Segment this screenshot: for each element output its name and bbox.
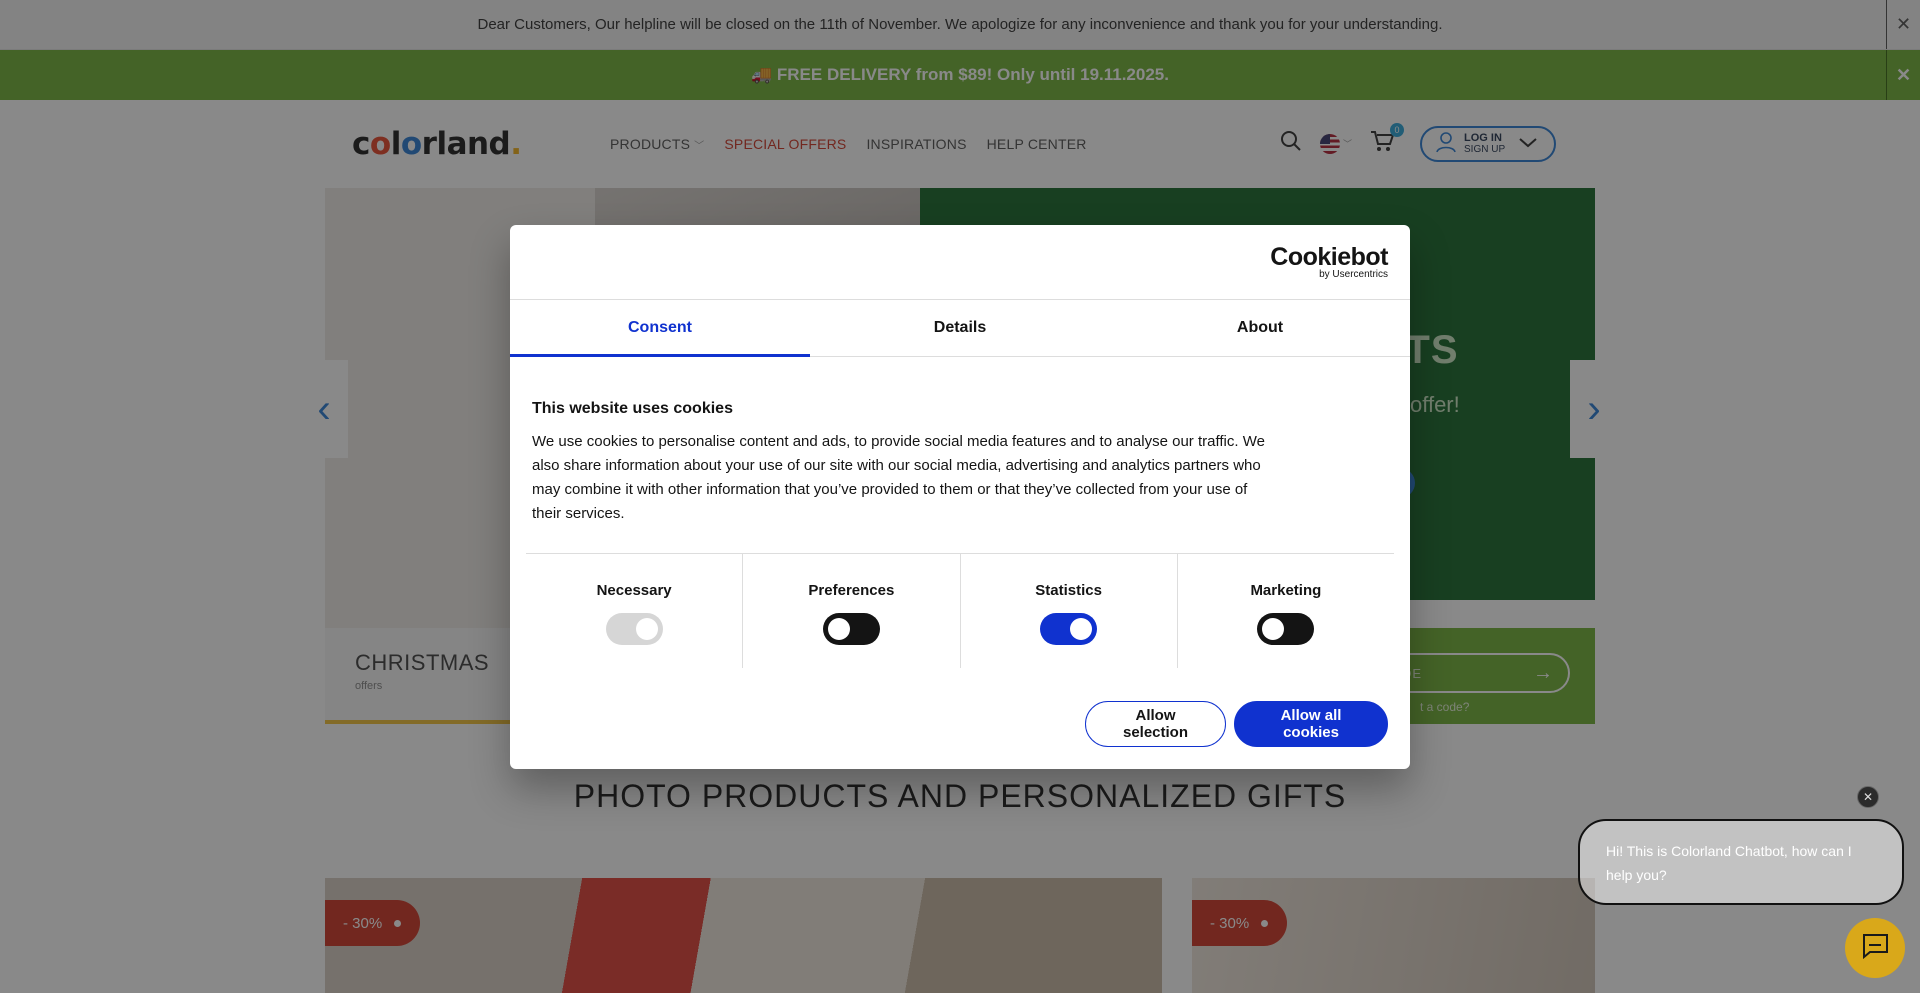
preferences-toggle[interactable] [822, 613, 880, 645]
cookie-dialog-body: This website uses cookies We use cookies… [510, 357, 1410, 526]
toggle-knob [635, 618, 658, 640]
chatbot-close-icon[interactable]: ✕ [1857, 786, 1879, 808]
category-marketing: Marketing [1178, 554, 1394, 668]
toggle-knob [827, 618, 850, 640]
cookiebot-logo: Cookiebot by Usercentrics [1270, 245, 1388, 280]
marketing-toggle[interactable] [1257, 613, 1315, 645]
cookie-actions: Allow selection Allow all cookies [1085, 701, 1388, 747]
allow-selection-button[interactable]: Allow selection [1085, 701, 1226, 747]
chat-icon [1861, 933, 1889, 964]
allow-all-cookies-button[interactable]: Allow all cookies [1234, 701, 1388, 747]
tab-details[interactable]: Details [810, 300, 1110, 356]
cookie-description: We use cookies to personalise content an… [532, 433, 1265, 522]
cookiebot-logo-name: Cookiebot [1270, 243, 1388, 271]
cookie-tabs: Consent Details About [510, 300, 1410, 357]
category-preferences: Preferences [743, 554, 961, 668]
category-label: Necessary [596, 582, 672, 599]
category-label: Marketing [1250, 582, 1322, 599]
tab-consent[interactable]: Consent [510, 300, 810, 357]
tab-about[interactable]: About [1110, 300, 1410, 356]
toggle-knob [1262, 618, 1285, 640]
category-label: Preferences [808, 582, 895, 599]
category-necessary: Necessary [526, 554, 744, 668]
category-statistics: Statistics [961, 554, 1178, 668]
cookie-dialog-header: Cookiebot by Usercentrics [510, 225, 1410, 300]
chatbot-message: Hi! This is Colorland Chatbot, how can I… [1606, 843, 1852, 883]
category-label: Statistics [1035, 582, 1102, 599]
cookiebot-logo-by: by Usercentrics [1319, 269, 1388, 280]
necessary-toggle [605, 613, 663, 645]
cookie-category-toggles: Necessary Preferences Statistics Marketi… [526, 553, 1394, 668]
chatbot-greeting-bubble[interactable]: Hi! This is Colorland Chatbot, how can I… [1578, 819, 1904, 905]
toggle-knob [1070, 618, 1093, 640]
cookie-consent-dialog: Cookiebot by Usercentrics Consent Detail… [510, 225, 1410, 769]
cookie-heading: This website uses cookies [532, 400, 733, 417]
chatbot-launcher-button[interactable] [1845, 918, 1905, 978]
statistics-toggle[interactable] [1040, 613, 1098, 645]
